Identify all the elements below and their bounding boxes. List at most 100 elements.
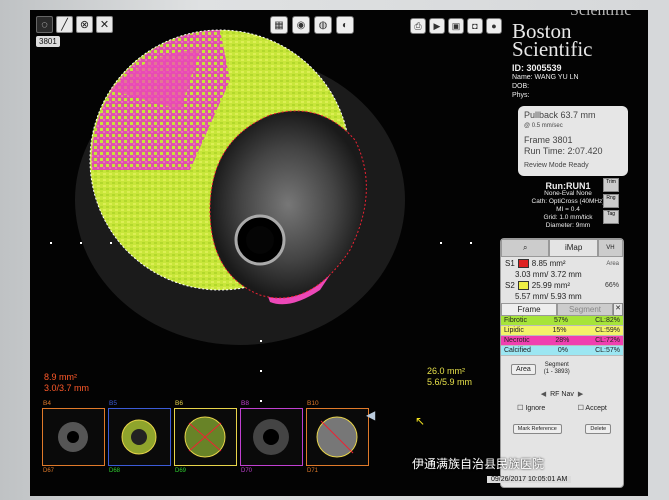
camera-icon[interactable]: ◘ — [467, 18, 483, 34]
run-time: Run Time: 2:07.420 — [524, 146, 603, 156]
vessel-diameters: 5.6/5.9 mm — [427, 377, 473, 387]
close-icon[interactable]: ✕ — [613, 303, 623, 316]
frame-pointer-icon[interactable]: ◀ — [366, 408, 375, 422]
side-button-tag[interactable]: Tag — [603, 210, 619, 224]
tissue-pct: 28% — [555, 337, 570, 344]
thumbnail-b10[interactable]: B10 D71 — [306, 400, 369, 474]
mode-status: Review Mode Ready — [524, 162, 589, 169]
thumbnail-b6[interactable]: B6 D69 — [174, 400, 237, 474]
side-button-trim[interactable]: Trim — [603, 178, 619, 192]
accept-checkbox[interactable]: ☐ Accept — [578, 404, 607, 412]
frame-number-tag: 3801 — [36, 36, 60, 47]
thumbnail-image — [184, 416, 226, 458]
patient-info: ID: 3005539 Name: WANG YU LN DOB: Phys: — [512, 64, 579, 100]
thumbnail-foot: D71 — [307, 468, 319, 474]
thumbnail-image — [253, 419, 289, 455]
lumen-trace-tool-icon[interactable]: ◌ — [36, 16, 53, 33]
s2-diameters: 5.57 mm/ 5.93 mm — [515, 292, 582, 301]
rf-next-icon[interactable]: ▶ — [578, 390, 583, 398]
lumen-diameters: 3.0/3.7 mm — [44, 383, 90, 393]
thumbnail-foot: D68 — [109, 468, 121, 474]
tissue-row-lipidic: Lipidic 15% CL:59% — [501, 326, 623, 336]
pullback-info-box: Pullback 63.7 mm @ 0.5 mm/sec Frame 3801… — [518, 106, 628, 176]
thumbnail-b4[interactable]: B4 D67 — [42, 400, 105, 474]
lumen-measurement: 8.9 mm² 3.0/3.7 mm — [44, 372, 89, 394]
vessel-area: 26.0 mm² — [427, 366, 466, 376]
grid-tick — [110, 242, 112, 244]
thumbnail-label: B6 — [175, 400, 183, 407]
vessel-measurement: 26.0 mm² 5.6/5.9 mm — [427, 366, 472, 388]
catheter-core — [246, 226, 274, 254]
tab-imap[interactable]: iMap — [549, 239, 598, 257]
tissue-pct: 57% — [554, 317, 569, 324]
grid-tick — [80, 242, 82, 244]
thumbnail-foot: D69 — [175, 468, 187, 474]
film-icon[interactable]: ▣ — [448, 18, 464, 34]
thumbnail-image — [58, 422, 88, 452]
thumbnail-foot: D67 — [43, 468, 55, 474]
s1-color-swatch[interactable] — [517, 259, 529, 268]
grid-tick — [50, 242, 52, 244]
thumbnail-b8[interactable]: B8 D70 — [240, 400, 303, 474]
patient-dob: DOB: — [512, 83, 530, 90]
thumbnail-label: B4 — [43, 400, 51, 407]
rf-nav: ◀ RF Nav ▶ — [501, 390, 623, 399]
thumbnail-image — [121, 419, 157, 455]
ivus-cross-section[interactable] — [70, 20, 410, 350]
thumbnail-b5[interactable]: B5 D68 — [108, 400, 171, 474]
record-icon[interactable]: ● — [486, 18, 502, 34]
rf-prev-icon[interactable]: ◀ — [541, 390, 546, 398]
ignore-checkbox[interactable]: ☐ Ignore — [517, 404, 545, 412]
frame-thumbnails: B4 D67 B5 D68 B6 D69 B8 D70 B10 D71 — [42, 400, 369, 474]
area-button[interactable]: Area — [511, 363, 536, 375]
tab-search[interactable]: ⌕ — [501, 239, 550, 257]
tab-segment[interactable]: Segment — [557, 303, 613, 316]
grid-tick — [440, 242, 442, 244]
ignore-label: Ignore — [525, 405, 546, 412]
mouse-cursor-icon: ↖ — [415, 414, 426, 428]
side-button-range[interactable]: Rng — [603, 194, 619, 208]
tissue-pct: 0% — [557, 347, 569, 354]
tissue-pct: 15% — [552, 327, 567, 334]
tab-vh[interactable]: VH — [597, 239, 624, 257]
pullback-length: Pullback 63.7 mm — [524, 110, 596, 120]
tissue-row-fibrotic: Fibrotic 57% CL:82% — [501, 316, 623, 326]
brand-logo: Boston Scientific — [512, 21, 592, 60]
s2-area: 25.99 mm² — [531, 281, 571, 290]
print-icon[interactable]: ⎙ — [410, 18, 426, 34]
tissue-cl: CL:57% — [595, 347, 620, 354]
patient-phys: Phys: — [512, 92, 530, 99]
grid-tick — [260, 370, 262, 372]
mark-reference-button[interactable]: Mark Reference — [512, 424, 562, 434]
patient-name: Name: WANG YU LN — [512, 74, 579, 81]
delete-button[interactable]: Delete — [585, 424, 612, 434]
tissue-name: Necrotic — [504, 337, 530, 344]
thumbnail-foot: D70 — [241, 468, 253, 474]
grid-tick — [470, 242, 472, 244]
area-header: Area — [606, 260, 619, 267]
segment-label: Segment — [544, 362, 569, 368]
tissue-row-calcified: Calcified 0% CL:57% — [501, 346, 623, 356]
tissue-name: Lipidic — [504, 327, 524, 334]
play-icon[interactable]: ▶ — [429, 18, 445, 34]
tab-frame[interactable]: Frame — [501, 303, 557, 316]
date-time: 09/26/2017 10:05:01 AM — [487, 476, 572, 483]
tissue-cl: CL:59% — [595, 327, 620, 334]
thumbnail-label: B8 — [241, 400, 249, 407]
tissue-name: Calcified — [504, 347, 531, 354]
ivus-screen: ◌ ╱ ⊗ ✕ 3801 ▦ ◉ ◍ ◐ ⎙ ▶ ▣ ◘ ● Scientifi… — [30, 10, 648, 496]
grid-tick — [260, 340, 262, 342]
brand-partial: Scientific — [570, 10, 632, 19]
current-frame: Frame 3801 — [524, 135, 573, 145]
thumbnail-label: B10 — [307, 400, 319, 407]
patient-id: ID: 3005539 — [512, 63, 562, 73]
pullback-speed: @ 0.5 mm/sec — [524, 123, 563, 129]
area-percent: 66% — [604, 282, 619, 289]
tissue-cl: CL:82% — [595, 317, 620, 324]
hospital-watermark: 伊通满族自治县民族医院 — [412, 457, 545, 471]
toolbar-right: ⎙ ▶ ▣ ◘ ● — [410, 18, 502, 34]
grid-tick — [260, 400, 262, 402]
tissue-row-necrotic: Necrotic 28% CL:72% — [501, 336, 623, 346]
segment-info: Segment (1 - 3893) — [544, 362, 570, 376]
s2-color-swatch[interactable] — [517, 281, 529, 290]
